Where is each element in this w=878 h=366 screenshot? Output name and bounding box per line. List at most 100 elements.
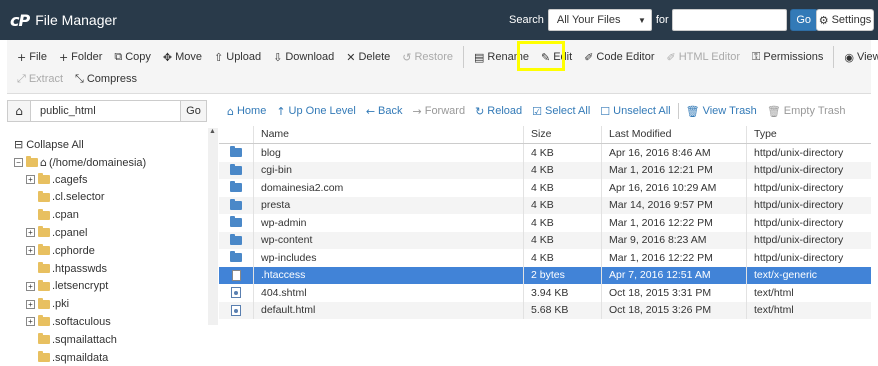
cell-name: wp-admin: [254, 214, 524, 232]
tree-item-label: .cpanel: [52, 226, 88, 239]
tree-item[interactable]: + .cpanel: [26, 224, 87, 241]
expand-toggle-icon[interactable]: +: [26, 246, 35, 256]
toolbar-compress-button[interactable]: ⤡ Compress: [69, 68, 143, 90]
path-go-button[interactable]: Go: [181, 100, 207, 122]
toolbar-file-button[interactable]: + File: [11, 46, 53, 68]
expand-toggle-icon[interactable]: +: [26, 281, 35, 291]
settings-button[interactable]: ⚙ Settings: [816, 9, 874, 31]
tree-item[interactable]: .sqmailattach: [26, 331, 117, 348]
reload-icon: ↻: [475, 104, 485, 118]
toolbar-extract-button[interactable]: ⤢ Extract: [11, 68, 69, 90]
tree-item-label: .cpan: [52, 209, 79, 222]
toolbar-button-label: Move: [175, 51, 203, 63]
compress-icon: ⤡: [75, 72, 84, 85]
toolbar-row-1: + File + Folder ⧉ Copy ✥ Move ⇧ Upload ⇩ Download ✕ D…: [11, 46, 878, 68]
nav-select-all-button[interactable]: ☑ Select All: [527, 105, 595, 118]
toolbar-rename-button[interactable]: ▤ Rename: [468, 46, 535, 68]
collapse-all-link[interactable]: ⊟ Collapse All: [14, 138, 84, 151]
toolbar-view-button[interactable]: ◉ View: [838, 46, 878, 68]
folder-icon: [38, 208, 50, 220]
search-input[interactable]: [671, 9, 787, 31]
code-editor-icon: ✐: [584, 50, 594, 64]
cell-modified: Mar 14, 2016 9:57 PM: [602, 196, 747, 214]
collapse-all-label: Collapse All: [26, 138, 84, 151]
nav-home-button[interactable]: ⌂ Home: [222, 105, 271, 118]
table-row[interactable]: default.html 5.68 KB Oct 18, 2015 3:26 PM t…: [219, 301, 871, 319]
toolbar-edit-button[interactable]: ✎ Edit: [535, 46, 578, 68]
caret-down-icon: ▼: [637, 16, 646, 25]
file-table-scrollbar[interactable]: [871, 126, 878, 325]
home-icon: ⌂: [227, 104, 234, 118]
html-editor-icon: ✐: [666, 50, 676, 64]
toolbar-copy-button[interactable]: ⧉ Copy: [108, 46, 157, 68]
nav-view-trash-button[interactable]: 🗑 View Trash: [681, 105, 762, 118]
search-scope-select[interactable]: All Your Files ▼: [547, 9, 652, 31]
tree-item-label: .cagefs: [52, 173, 88, 186]
toolbar-folder-button[interactable]: + Folder: [53, 46, 108, 68]
plus-icon: +: [17, 50, 27, 64]
expand-toggle-icon[interactable]: +: [26, 228, 35, 238]
cell-type: httpd/unix-directory: [754, 234, 844, 247]
back-arrow-icon: ←: [365, 104, 376, 118]
toolbar-delete-button[interactable]: ✕ Delete: [340, 46, 396, 68]
tree-item[interactable]: .htpasswds: [26, 260, 107, 277]
nav-reload-button[interactable]: ↻ Reload: [470, 105, 527, 118]
nav-forward-button[interactable]: → Forward: [408, 105, 471, 118]
column-header[interactable]: Type: [747, 126, 871, 143]
toolbar-restore-button[interactable]: ↺ Restore: [396, 46, 459, 68]
nav-back-button[interactable]: ← Back: [361, 105, 408, 118]
toolbar-permissions-button[interactable]: ⚿ Permissions: [746, 46, 829, 68]
table-row[interactable]: domainesia2.com 4 KB Apr 16, 2016 10:29 AM…: [219, 179, 871, 197]
table-row[interactable]: blog 4 KB Apr 16, 2016 8:46 AM httpd/unix-d…: [219, 144, 871, 162]
nav-unselect-all-button[interactable]: ☐ Unselect All: [595, 105, 675, 118]
toolbar-download-button[interactable]: ⇩ Download: [267, 46, 340, 68]
toolbar-upload-button[interactable]: ⇧ Upload: [208, 46, 267, 68]
table-row[interactable]: wp-admin 4 KB Mar 1, 2016 12:22 PM httpd/un…: [219, 214, 871, 232]
nav-button-label: Forward: [424, 105, 466, 117]
table-row[interactable]: wp-includes 4 KB Mar 1, 2016 12:22 PM httpd…: [219, 249, 871, 267]
tree-item[interactable]: + .cphorde: [26, 242, 95, 259]
scroll-up-arrow-icon[interactable]: ▲: [209, 128, 216, 135]
table-row[interactable]: cgi-bin 4 KB Mar 1, 2016 12:21 PM httpd/uni…: [219, 161, 871, 179]
nav-up-one-level-button[interactable]: ↑ Up One Level: [271, 105, 360, 118]
for-label: for: [655, 14, 669, 26]
toolbar-button-label: Upload: [226, 51, 262, 63]
table-row[interactable]: wp-content 4 KB Mar 9, 2016 8:23 AM httpd/u…: [219, 231, 871, 249]
cell-modified: Apr 7, 2016 12:51 AM: [602, 266, 747, 284]
path-input[interactable]: public_html: [31, 100, 181, 122]
tree-scrollbar[interactable]: ▲: [208, 128, 218, 325]
cell-modified: Apr 16, 2016 8:46 AM: [602, 144, 747, 162]
delete-icon: ✕: [346, 50, 356, 64]
expand-toggle-icon[interactable]: +: [26, 299, 35, 309]
folder-icon: [230, 251, 242, 263]
toolbar-move-button[interactable]: ✥ Move: [157, 46, 208, 68]
tree-item-label: .cl.selector: [52, 191, 105, 204]
tree-item[interactable]: .sqmaildata: [26, 349, 108, 366]
table-row[interactable]: presta 4 KB Mar 14, 2016 9:57 PM httpd/unix…: [219, 196, 871, 214]
search-label: Search: [509, 14, 544, 26]
eye-icon: ◉: [844, 50, 854, 64]
toolbar-html-editor-button[interactable]: ✐ HTML Editor: [661, 46, 747, 68]
column-header[interactable]: Size: [524, 126, 602, 143]
cell-size: 3.94 KB: [524, 284, 602, 302]
table-row[interactable]: .htaccess 2 bytes Apr 7, 2016 12:51 AM text…: [219, 266, 871, 284]
tree-item[interactable]: .cpan: [26, 207, 79, 224]
cell-modified: Mar 1, 2016 12:22 PM: [602, 249, 747, 267]
nav-separator: [677, 103, 679, 119]
expand-toggle-icon[interactable]: +: [26, 175, 35, 184]
column-header[interactable]: Name: [254, 126, 524, 143]
collapse-toggle-icon[interactable]: −: [14, 158, 23, 167]
tree-item[interactable]: + .letsencrypt: [26, 278, 108, 295]
tree-item[interactable]: .cl.selector: [26, 189, 105, 206]
nav-empty-trash-button[interactable]: 🗑 Empty Trash: [762, 105, 851, 118]
search-go-button[interactable]: Go: [789, 9, 818, 31]
tree-item[interactable]: + .pki: [26, 296, 69, 313]
tree-item[interactable]: + .cagefs: [26, 171, 87, 188]
tree-item[interactable]: + .softaculous: [26, 313, 111, 330]
tree-root[interactable]: − ⌂ (/home/domainesia): [14, 154, 146, 171]
toolbar-code-editor-button[interactable]: ✐ Code Editor: [578, 46, 660, 68]
table-row[interactable]: 404.shtml 3.94 KB Oct 18, 2015 3:31 PM text…: [219, 284, 871, 302]
home-button[interactable]: ⌂: [7, 100, 31, 122]
expand-toggle-icon[interactable]: +: [26, 317, 35, 327]
column-header[interactable]: Last Modified: [602, 126, 747, 143]
